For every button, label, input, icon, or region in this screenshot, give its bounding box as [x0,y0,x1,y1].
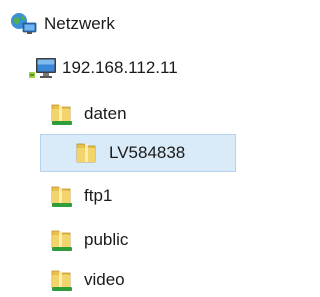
tree-item-computer[interactable]: 192.168.112.11 [28,50,178,86]
tree-item-label: ftp1 [84,186,113,205]
tree-item-label: public [84,230,129,249]
tree-item-share[interactable]: video [50,262,125,297]
tree-item-label: video [84,270,125,289]
tree-item-label: Netzwerk [44,14,115,33]
computer-icon [28,56,58,80]
tree-item-folder-selected[interactable]: LV584838 [40,134,236,172]
tree-item-network[interactable]: Netzwerk [10,6,115,42]
network-icon [10,12,38,36]
shared-folder-icon [50,184,74,208]
folder-icon [75,141,99,165]
tree-item-share[interactable]: ftp1 [50,178,112,214]
tree-item-share[interactable]: daten [50,96,127,132]
tree-item-label: LV584838 [109,143,186,162]
shared-folder-icon [50,228,74,252]
shared-folder-icon [50,102,74,126]
shared-folder-icon [50,268,74,292]
tree-item-label: daten [84,104,127,123]
folder-tree: Netzwerk 192.168.112.11 daten LV584838 f… [0,0,256,297]
tree-item-share[interactable]: public [50,222,128,258]
tree-item-label: 192.168.112.11 [62,58,178,77]
